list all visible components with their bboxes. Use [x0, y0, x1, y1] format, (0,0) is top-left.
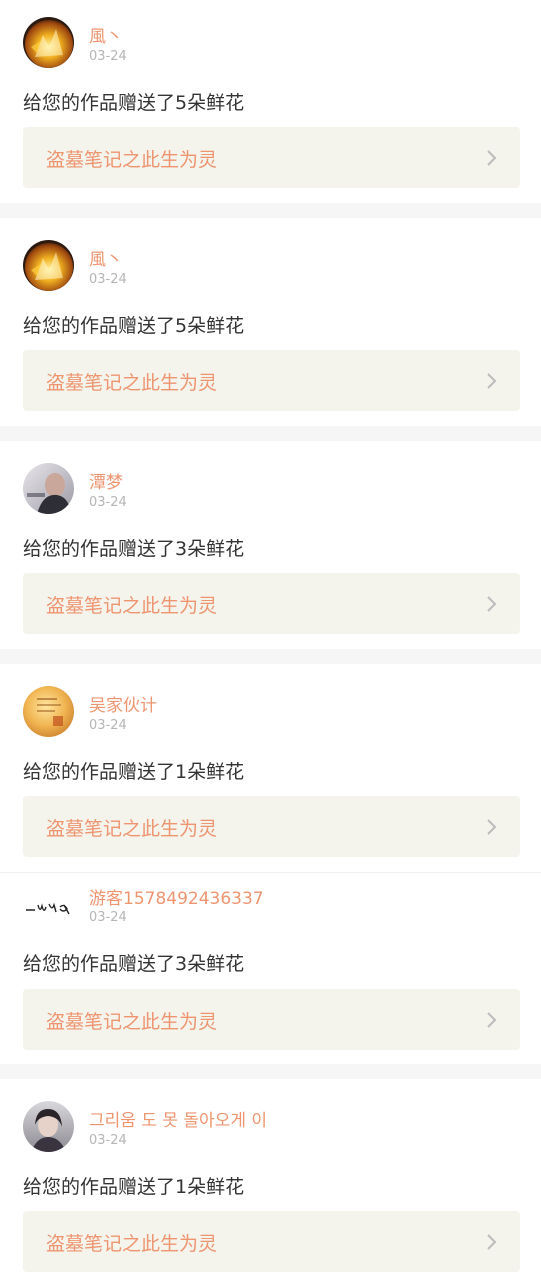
work-link-card[interactable]: 盗墓笔记之此生为灵 [23, 350, 520, 411]
work-link-card[interactable]: 盗墓笔记之此生为灵 [23, 796, 520, 857]
date-label: 03-24 [89, 272, 127, 287]
user-avatar[interactable] [23, 686, 74, 737]
date-label: 03-24 [89, 49, 127, 64]
work-title: 盗墓笔记之此生为灵 [46, 149, 218, 171]
notification-card: 游客1578492436337 03-24 给您的作品赠送了3朵鲜花 盗墓笔记之… [0, 872, 541, 1064]
work-title: 盗墓笔记之此生为灵 [46, 818, 218, 840]
gift-message: 给您的作品赠送了3朵鲜花 [23, 538, 245, 560]
date-label: 03-24 [89, 1133, 127, 1148]
user-avatar[interactable] [23, 881, 74, 932]
gift-message: 给您的作品赠送了1朵鲜花 [23, 761, 245, 783]
user-name[interactable]: 吴家伙计 [89, 691, 157, 716]
user-avatar[interactable] [23, 240, 74, 291]
user-name[interactable]: 游客1578492436337 [89, 884, 264, 909]
work-link-card[interactable]: 盗墓笔记之此生为灵 [23, 989, 520, 1050]
chevron-right-icon [484, 148, 500, 168]
notification-card: 風丶 03-24 给您的作品赠送了5朵鲜花 盗墓笔记之此生为灵 [0, 218, 541, 426]
date-label: 03-24 [89, 910, 127, 925]
chevron-right-icon [484, 1232, 500, 1252]
notification-card: 風丶 03-24 给您的作品赠送了5朵鲜花 盗墓笔记之此生为灵 [0, 0, 541, 203]
work-link-card[interactable]: 盗墓笔记之此生为灵 [23, 1211, 520, 1272]
work-title: 盗墓笔记之此生为灵 [46, 1233, 218, 1255]
gift-message: 给您的作品赠送了1朵鲜花 [23, 1176, 245, 1198]
work-link-card[interactable]: 盗墓笔记之此生为灵 [23, 127, 520, 188]
user-name[interactable]: 潭梦 [89, 468, 123, 493]
gift-message: 给您的作品赠送了5朵鲜花 [23, 315, 245, 337]
gift-message: 给您的作品赠送了5朵鲜花 [23, 92, 245, 114]
work-link-card[interactable]: 盗墓笔记之此生为灵 [23, 573, 520, 634]
notification-list: 風丶 03-24 给您的作品赠送了5朵鲜花 盗墓笔记之此生为灵 風丶 03-24… [0, 0, 541, 1280]
date-label: 03-24 [89, 495, 127, 510]
chevron-right-icon [484, 594, 500, 614]
date-label: 03-24 [89, 718, 127, 733]
user-name[interactable]: 風丶 [89, 22, 123, 47]
notification-card: 그리움 도 못 돌아오게 이 03-24 给您的作品赠送了1朵鲜花 盗墓笔记之此… [0, 1079, 541, 1280]
user-avatar[interactable] [23, 17, 74, 68]
user-name[interactable]: 그리움 도 못 돌아오게 이 [89, 1106, 267, 1131]
notification-card: 吴家伙计 03-24 给您的作品赠送了1朵鲜花 盗墓笔记之此生为灵 [0, 664, 541, 872]
chevron-right-icon [484, 371, 500, 391]
work-title: 盗墓笔记之此生为灵 [46, 1011, 218, 1033]
chevron-right-icon [484, 817, 500, 837]
gift-message: 给您的作品赠送了3朵鲜花 [23, 953, 245, 975]
user-avatar[interactable] [23, 1101, 74, 1152]
work-title: 盗墓笔记之此生为灵 [46, 372, 218, 394]
chevron-right-icon [484, 1010, 500, 1030]
work-title: 盗墓笔记之此生为灵 [46, 595, 218, 617]
user-avatar[interactable] [23, 463, 74, 514]
notification-card: 潭梦 03-24 给您的作品赠送了3朵鲜花 盗墓笔记之此生为灵 [0, 441, 541, 649]
user-name[interactable]: 風丶 [89, 245, 123, 270]
